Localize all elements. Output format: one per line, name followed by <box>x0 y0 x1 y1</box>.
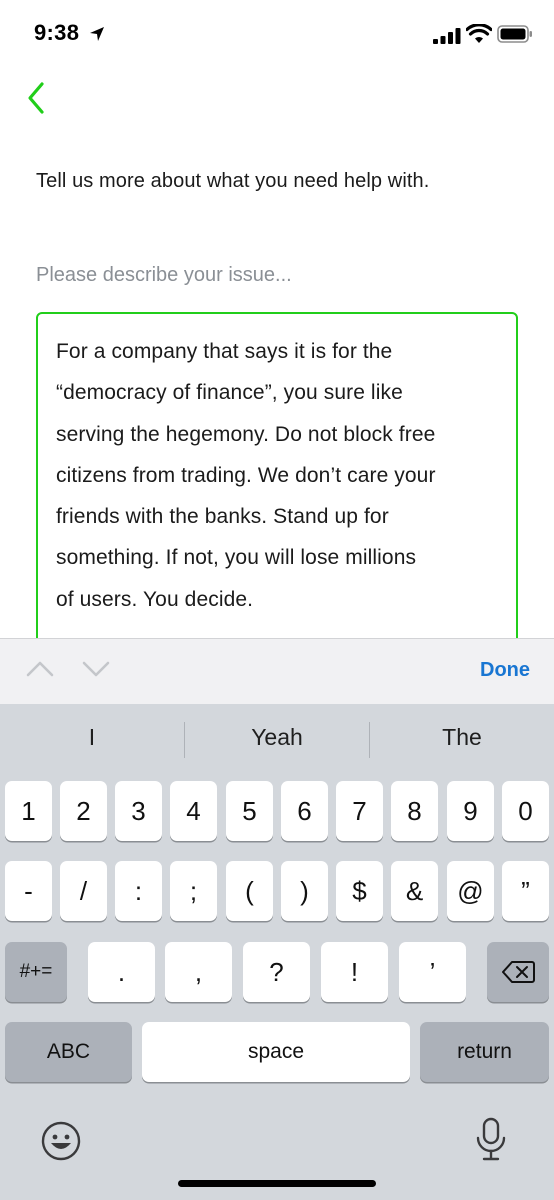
wifi-icon <box>466 24 492 43</box>
key-comma[interactable]: , <box>165 942 232 1002</box>
issue-textarea[interactable]: For a company that says it is for the “d… <box>36 312 518 652</box>
delete-backspace-icon <box>502 961 535 983</box>
key-2[interactable]: 2 <box>60 781 107 841</box>
suggestion-bar: I Yeah The <box>0 704 554 778</box>
cellular-signal-icon <box>433 28 461 44</box>
home-indicator <box>178 1180 376 1187</box>
key-open-paren[interactable]: ( <box>226 861 273 921</box>
keyboard: I Yeah The 1 2 3 4 5 6 7 8 9 0 - / : ; (… <box>0 704 554 1200</box>
key-7[interactable]: 7 <box>336 781 383 841</box>
suggestion-3[interactable]: The <box>370 724 554 751</box>
battery-icon <box>497 25 532 43</box>
previous-field-chevron-up-icon[interactable] <box>24 657 56 679</box>
emoji-icon[interactable] <box>40 1120 82 1162</box>
next-field-chevron-down-icon[interactable] <box>80 657 112 679</box>
key-6[interactable]: 6 <box>281 781 328 841</box>
key-3[interactable]: 3 <box>115 781 162 841</box>
key-question[interactable]: ? <box>243 942 310 1002</box>
key-1[interactable]: 1 <box>5 781 52 841</box>
key-5[interactable]: 5 <box>226 781 273 841</box>
key-8[interactable]: 8 <box>391 781 438 841</box>
suggestion-2[interactable]: Yeah <box>185 724 369 751</box>
key-exclamation[interactable]: ! <box>321 942 388 1002</box>
microphone-icon[interactable] <box>474 1116 508 1164</box>
key-quote[interactable]: ” <box>502 861 549 921</box>
key-9[interactable]: 9 <box>447 781 494 841</box>
key-slash[interactable]: / <box>60 861 107 921</box>
status-time: 9:38 <box>34 20 80 45</box>
issue-text: For a company that says it is for the “d… <box>56 340 436 611</box>
key-close-paren[interactable]: ) <box>281 861 328 921</box>
help-prompt: Tell us more about what you need help wi… <box>36 170 430 192</box>
space-key[interactable]: space <box>142 1022 410 1082</box>
location-arrow-icon <box>90 27 104 41</box>
key-4[interactable]: 4 <box>170 781 217 841</box>
key-at[interactable]: @ <box>447 861 494 921</box>
key-semicolon[interactable]: ; <box>170 861 217 921</box>
keyboard-accessory-bar: Done <box>0 638 554 704</box>
suggestion-1[interactable]: I <box>0 724 184 751</box>
return-key[interactable]: return <box>420 1022 549 1082</box>
key-0[interactable]: 0 <box>502 781 549 841</box>
done-button[interactable]: Done <box>480 659 530 682</box>
symbols-toggle-key[interactable]: #+= <box>5 942 67 1002</box>
abc-key[interactable]: ABC <box>5 1022 132 1082</box>
key-colon[interactable]: : <box>115 861 162 921</box>
delete-key[interactable] <box>487 942 549 1002</box>
key-hyphen[interactable]: - <box>5 861 52 921</box>
key-apostrophe[interactable]: ’ <box>399 942 466 1002</box>
key-ampersand[interactable]: & <box>391 861 438 921</box>
key-period[interactable]: . <box>88 942 155 1002</box>
issue-field-label: Please describe your issue... <box>36 264 292 286</box>
back-chevron-icon[interactable] <box>22 78 58 118</box>
status-bar: 9:38 <box>0 0 554 70</box>
key-dollar[interactable]: $ <box>336 861 383 921</box>
